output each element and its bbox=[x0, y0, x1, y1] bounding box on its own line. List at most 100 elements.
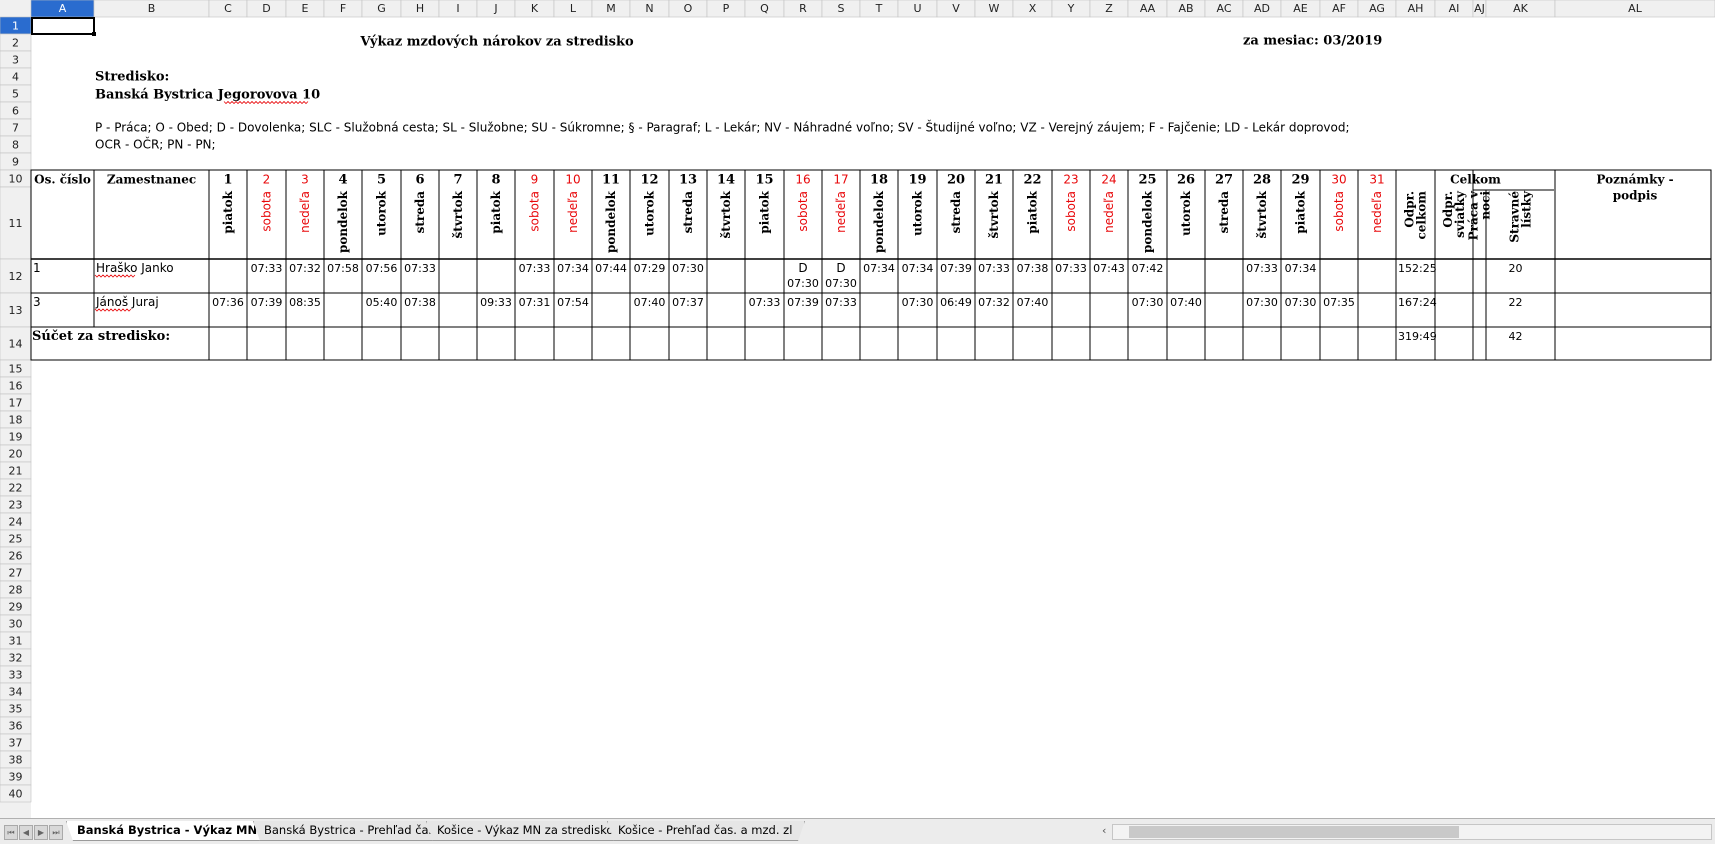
column-header-label: M bbox=[606, 2, 616, 15]
selected-cell[interactable] bbox=[31, 17, 95, 35]
row-header-label: 17 bbox=[9, 397, 23, 410]
column-header-label: AH bbox=[1408, 2, 1424, 15]
day-code: D bbox=[836, 261, 845, 275]
day-name: piatok bbox=[1294, 190, 1308, 233]
row-header-label: 36 bbox=[9, 720, 23, 733]
day-number: 31 bbox=[1369, 173, 1384, 187]
employee-os-number: 1 bbox=[33, 261, 41, 275]
column-header-label: G bbox=[377, 2, 386, 15]
day-name: utorok bbox=[1179, 190, 1193, 236]
row-header-label: 35 bbox=[9, 703, 23, 716]
day-hours: 07:42 bbox=[1132, 262, 1164, 275]
total-header-line2: noci bbox=[1479, 191, 1493, 220]
day-name: pondelok bbox=[336, 190, 350, 253]
day-name: pondelok bbox=[872, 190, 886, 253]
day-hours: 07:31 bbox=[519, 296, 551, 309]
column-header-label: O bbox=[684, 2, 693, 15]
day-hours: 07:30 bbox=[1246, 296, 1278, 309]
day-name: piatok bbox=[1026, 190, 1040, 233]
column-header-label: X bbox=[1029, 2, 1037, 15]
day-name: utorok bbox=[911, 190, 925, 236]
sheet-tab-0[interactable]: Banská Bystrica - Výkaz MN za s bbox=[66, 821, 276, 841]
row-header-label: 14 bbox=[9, 338, 23, 351]
row-total: 167:24 bbox=[1398, 296, 1437, 309]
day-name: utorok bbox=[643, 190, 657, 236]
day-hours: 07:29 bbox=[634, 262, 666, 275]
row-header-label: 25 bbox=[9, 533, 23, 546]
row-header-label: 24 bbox=[9, 516, 23, 529]
center-label: Stredisko: bbox=[95, 70, 169, 85]
column-header-label: S bbox=[838, 2, 845, 15]
prev-sheet-button[interactable]: ◀ bbox=[19, 825, 33, 840]
row-header-label: 28 bbox=[9, 584, 23, 597]
last-sheet-button[interactable]: ⏭ bbox=[49, 825, 63, 840]
day-name: pondelok bbox=[604, 190, 618, 253]
sheet-tab-1[interactable]: Banská Bystrica - Prehľad čas. bbox=[253, 821, 448, 841]
day-number: 16 bbox=[795, 173, 810, 187]
day-hours: 05:40 bbox=[366, 296, 398, 309]
row-header-label: 11 bbox=[9, 217, 23, 230]
column-header-label: T bbox=[875, 2, 883, 15]
row-header-label: 2 bbox=[12, 37, 19, 50]
row-header-label: 33 bbox=[9, 669, 23, 682]
day-number: 2 bbox=[263, 173, 271, 187]
day-number: 8 bbox=[491, 173, 500, 188]
sheet-canvas[interactable]: A B C D E F G H I J K L M N O P Q R S T U V W X Y Z AA AB AC AD AE AF AG… bbox=[0, 0, 1715, 818]
spellcheck-underline bbox=[94, 274, 136, 278]
column-header-label: E bbox=[302, 2, 309, 15]
spreadsheet-grid[interactable]: A B C D E F G H I J K L M N O P Q R S T U V W X Y Z AA AB AC AD AE AF AG… bbox=[0, 0, 1715, 818]
day-hours: 09:33 bbox=[480, 296, 512, 309]
scroll-left-icon[interactable]: ‹ bbox=[1102, 824, 1106, 837]
day-hours: 07:30 bbox=[787, 277, 819, 290]
day-number: 30 bbox=[1331, 173, 1346, 187]
sum-label: Súčet za stredisko: bbox=[32, 329, 170, 344]
day-number: 13 bbox=[679, 173, 697, 188]
column-header-label: AI bbox=[1449, 2, 1460, 15]
day-number: 9 bbox=[531, 173, 539, 187]
day-number: 26 bbox=[1177, 173, 1195, 188]
day-number: 1 bbox=[223, 173, 232, 188]
column-header-label: R bbox=[799, 2, 807, 15]
day-code: D bbox=[798, 261, 807, 275]
sheet-tab-2[interactable]: Košice - Výkaz MN za stredisko bbox=[426, 821, 629, 841]
first-sheet-button[interactable]: ⏮ bbox=[4, 825, 18, 840]
row-header-label: 30 bbox=[9, 618, 23, 631]
day-hours: 07:37 bbox=[672, 296, 704, 309]
row-header-label: 23 bbox=[9, 499, 23, 512]
row-header-label: 7 bbox=[12, 122, 19, 135]
day-name: streda bbox=[681, 191, 695, 234]
header-podpis: podpis bbox=[1613, 189, 1658, 203]
row-header-label: 1 bbox=[12, 20, 19, 33]
column-header-label: V bbox=[952, 2, 960, 15]
horizontal-scrollbar[interactable] bbox=[1112, 824, 1712, 840]
row-header-label: 3 bbox=[12, 54, 19, 67]
sheet-tab-3[interactable]: Košice - Prehľad čas. a mzd. zl bbox=[607, 821, 805, 841]
row-header-label: 4 bbox=[12, 71, 19, 84]
day-number: 14 bbox=[717, 173, 735, 188]
next-sheet-button[interactable]: ▶ bbox=[34, 825, 48, 840]
column-header-label: AE bbox=[1293, 2, 1308, 15]
row-header-label: 27 bbox=[9, 567, 23, 580]
day-hours: 07:30 bbox=[825, 277, 857, 290]
day-name: nedeľa bbox=[298, 191, 312, 233]
day-name: piatok bbox=[489, 190, 503, 233]
row-header-label: 15 bbox=[9, 363, 23, 376]
row-header-label: 12 bbox=[9, 270, 23, 283]
column-header-label: H bbox=[416, 2, 424, 15]
header-zamestnanec: Zamestnanec bbox=[107, 173, 196, 187]
day-hours: 07:40 bbox=[634, 296, 666, 309]
row-header-label: 8 bbox=[12, 139, 19, 152]
row-header-label: 37 bbox=[9, 737, 23, 750]
day-number: 23 bbox=[1063, 173, 1078, 187]
fill-handle[interactable] bbox=[92, 32, 96, 36]
day-number: 3 bbox=[301, 173, 309, 187]
column-header-label: A bbox=[59, 2, 67, 15]
day-hours: 07:39 bbox=[251, 296, 283, 309]
row-header-label: 21 bbox=[9, 465, 23, 478]
day-name: štvrtok bbox=[719, 190, 733, 238]
day-hours: 07:35 bbox=[1323, 296, 1355, 309]
day-number: 29 bbox=[1291, 173, 1309, 188]
scrollbar-thumb[interactable] bbox=[1129, 826, 1459, 838]
day-hours: 07:34 bbox=[863, 262, 895, 275]
column-header-label: AJ bbox=[1474, 2, 1485, 15]
